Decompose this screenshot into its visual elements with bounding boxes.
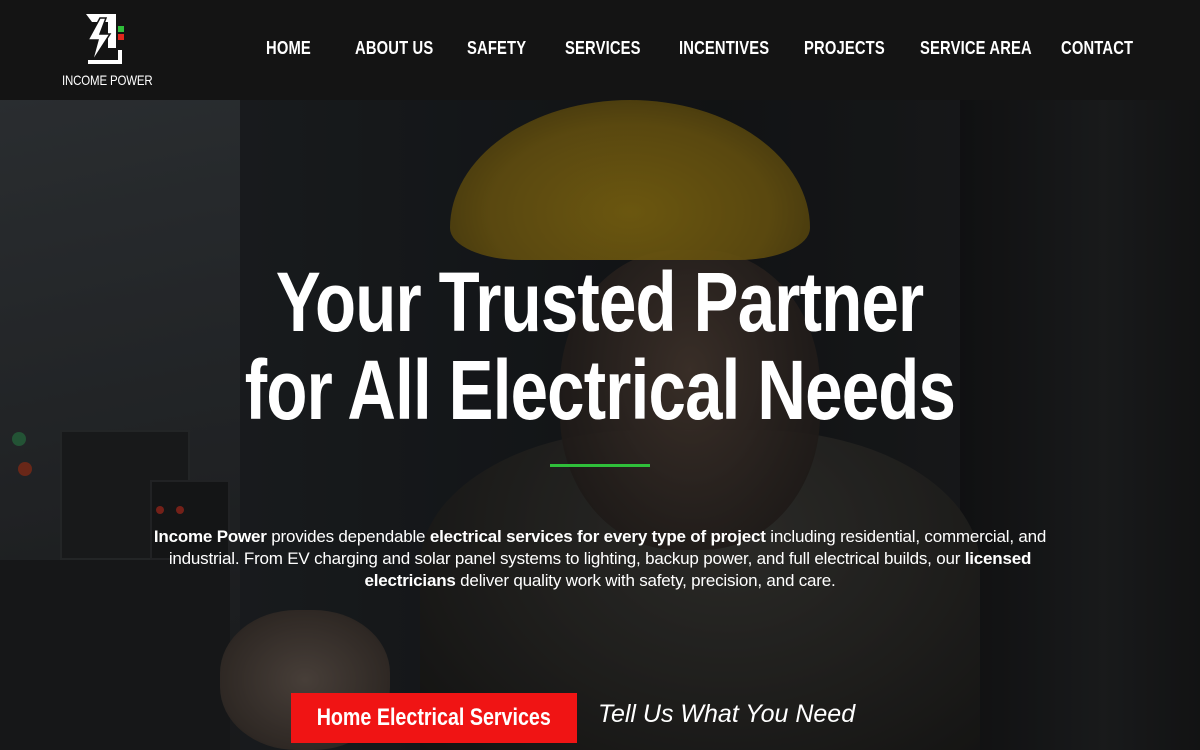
desc-brand: Income Power xyxy=(153,527,267,546)
nav-item-about-us[interactable]: ABOUT US xyxy=(355,38,433,59)
cta-primary-label: Home Electrical Services xyxy=(316,704,552,731)
nav-item-home[interactable]: HOME xyxy=(266,38,311,59)
nav-item-projects[interactable]: PROJECTS xyxy=(804,38,885,59)
headline-line-2: for All Electrical Needs xyxy=(244,343,956,437)
main-nav: HOME ABOUT US SAFETY SERVICES INCENTIVES… xyxy=(0,0,1200,100)
home-electrical-services-button[interactable]: Home Electrical Services xyxy=(291,693,577,743)
nav-item-incentives[interactable]: INCENTIVES xyxy=(679,38,769,59)
accent-divider xyxy=(550,464,650,467)
nav-item-safety[interactable]: SAFETY xyxy=(467,38,526,59)
nav-item-service-area[interactable]: SERVICE AREA xyxy=(920,38,1032,59)
desc-emphasis-services: electrical services for every type of pr… xyxy=(429,527,766,546)
nav-item-services[interactable]: SERVICES xyxy=(565,38,641,59)
hero-headline: Your Trusted Partner for All Electrical … xyxy=(150,258,1050,434)
desc-text-3: deliver quality work with safety, precis… xyxy=(455,571,836,590)
headline-line-1: Your Trusted Partner xyxy=(276,255,924,349)
tell-us-what-you-need-link[interactable]: Tell Us What You Need xyxy=(598,700,855,729)
site-header: INCOME POWER HOME ABOUT US SAFETY SERVIC… xyxy=(0,0,1200,100)
hero-description: Income Power provides dependable electri… xyxy=(150,526,1050,592)
nav-item-contact[interactable]: CONTACT xyxy=(1061,38,1133,59)
desc-text-1: provides dependable xyxy=(266,527,430,546)
